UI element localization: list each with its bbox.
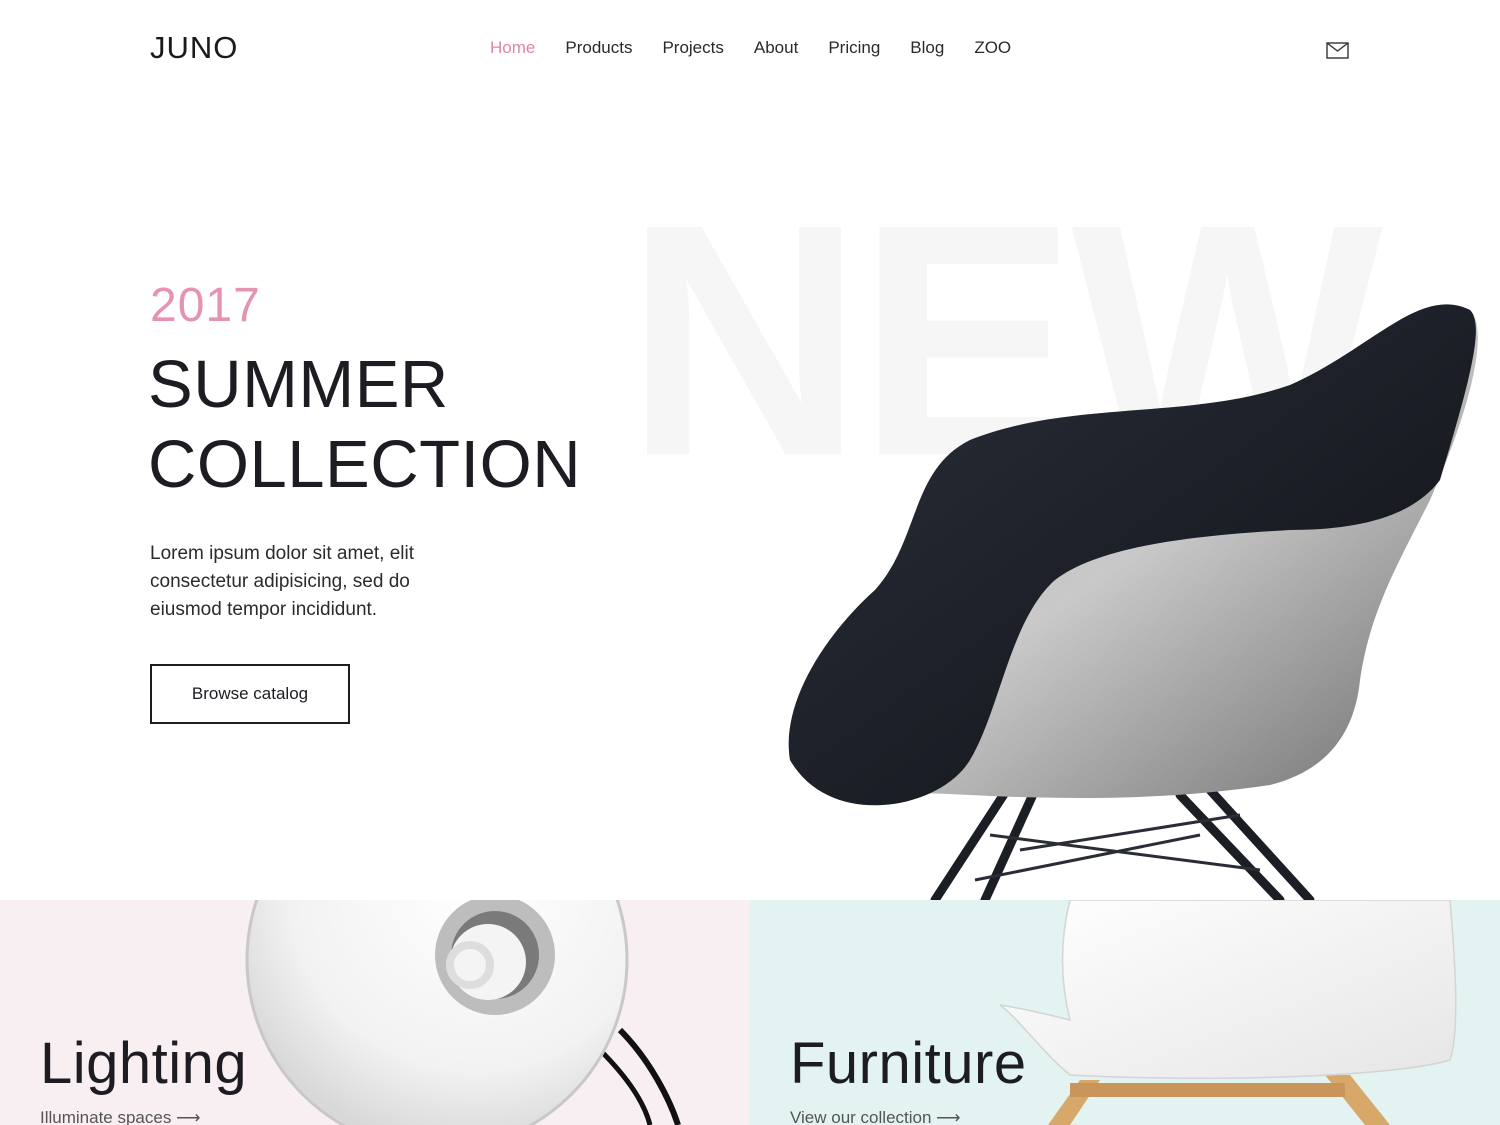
category-title-furniture: Furniture [790,1031,1027,1096]
nav-item-home[interactable]: Home [490,38,535,58]
chair-image [788,304,1478,900]
hero-title-line-1: SUMMER [148,347,449,422]
hero-title-line-2: COLLECTION [148,427,582,502]
category-link-lighting[interactable]: Illuminate spaces ⟶ [40,1108,200,1125]
hero-title: SUMMER COLLECTION [148,345,581,505]
category-lighting[interactable]: Lighting Illuminate spaces ⟶ [0,900,750,1125]
nav-item-blog[interactable]: Blog [910,38,944,58]
nav-item-zoo[interactable]: ZOO [974,38,1011,58]
category-title-lighting: Lighting [40,1031,248,1096]
category-link-furniture[interactable]: View our collection ⟶ [790,1108,961,1125]
nav-item-about[interactable]: About [754,38,798,58]
envelope-icon[interactable] [1326,42,1349,59]
nav-item-projects[interactable]: Projects [662,38,723,58]
category-furniture[interactable]: Furniture View our collection ⟶ [750,900,1500,1125]
nav-item-pricing[interactable]: Pricing [828,38,880,58]
main-nav: Home Products Projects About Pricing Blo… [490,38,1041,58]
nav-item-products[interactable]: Products [565,38,632,58]
logo[interactable]: JUNO [150,30,238,66]
hero-description: Lorem ipsum dolor sit amet, elit consect… [150,543,414,620]
hero-year: 2017 [150,279,261,332]
browse-catalog-button[interactable]: Browse catalog [150,664,350,724]
